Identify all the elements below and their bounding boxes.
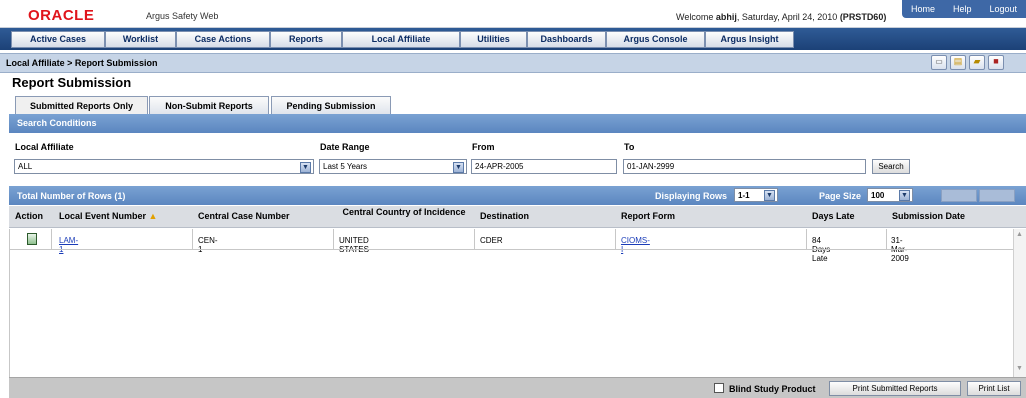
to-date-field[interactable]: 01-JAN-2999 bbox=[623, 159, 866, 174]
welcome-prefix: Welcome bbox=[676, 12, 714, 22]
column-report-form[interactable]: Report Form bbox=[621, 211, 675, 221]
breadcrumb-bar: Local Affiliate > Report Submission ▭ ▤ … bbox=[0, 53, 1026, 73]
new-document-icon[interactable]: ▤ bbox=[950, 55, 966, 70]
column-days-late[interactable]: Days Late bbox=[812, 211, 855, 221]
user-name: abhij bbox=[715, 12, 737, 22]
column-action[interactable]: Action bbox=[15, 211, 43, 221]
vertical-scrollbar[interactable]: ▲ ▼ bbox=[1013, 229, 1026, 377]
column-local-event-number-label: Local Event Number bbox=[59, 211, 147, 221]
page-title: Report Submission bbox=[12, 75, 132, 90]
column-local-event-number[interactable]: Local Event Number ▲ bbox=[59, 211, 157, 221]
chevron-down-icon[interactable]: ▼ bbox=[764, 190, 775, 201]
search-conditions-header: Search Conditions bbox=[9, 114, 1026, 133]
total-rows-label: Total Number of Rows (1) bbox=[17, 191, 126, 201]
country-cell: UNITED STATES bbox=[339, 236, 369, 254]
email-icon[interactable]: ▭ bbox=[931, 55, 947, 70]
column-header-row: Action Local Event Number ▲ Central Case… bbox=[9, 206, 1026, 228]
sort-ascending-icon[interactable]: ▲ bbox=[149, 211, 158, 221]
column-divider bbox=[192, 229, 193, 250]
report-form-link[interactable]: CIOMS-I bbox=[621, 236, 650, 254]
tab-non-submit-reports[interactable]: Non-Submit Reports bbox=[149, 96, 269, 114]
menu-case-actions[interactable]: Case Actions bbox=[176, 30, 270, 48]
column-divider bbox=[51, 229, 52, 250]
displaying-rows-label: Displaying Rows bbox=[655, 191, 728, 201]
destination-cell: CDER bbox=[480, 236, 503, 245]
local-affiliate-value: ALL bbox=[18, 162, 33, 171]
menu-local-affiliate[interactable]: Local Affiliate bbox=[342, 30, 460, 48]
menu-argus-console[interactable]: Argus Console bbox=[606, 30, 705, 48]
footer-bar: Blind Study Product Print Submitted Repo… bbox=[9, 377, 1026, 398]
close-form-icon[interactable]: ■ bbox=[988, 55, 1004, 70]
menu-worklist[interactable]: Worklist bbox=[105, 30, 176, 48]
column-divider bbox=[333, 229, 334, 250]
column-divider bbox=[886, 229, 887, 250]
displaying-rows-value: 1-1 bbox=[738, 191, 750, 200]
chevron-down-icon[interactable]: ▼ bbox=[899, 190, 910, 201]
menu-reports[interactable]: Reports bbox=[270, 30, 342, 48]
logout-link[interactable]: Logout bbox=[989, 4, 1017, 14]
date-range-select[interactable]: Last 5 Years ▼ bbox=[319, 159, 467, 174]
date-text: , Saturday, April 24, 2010 bbox=[736, 12, 838, 22]
scroll-down-icon[interactable]: ▼ bbox=[1016, 365, 1023, 372]
menu-argus-insight[interactable]: Argus Insight bbox=[705, 30, 794, 48]
print-submitted-reports-button[interactable]: Print Submitted Reports bbox=[829, 381, 961, 396]
tab-pending-submission[interactable]: Pending Submission bbox=[271, 96, 391, 114]
blind-study-checkbox[interactable] bbox=[714, 383, 724, 393]
displaying-rows-select[interactable]: 1-1 ▼ bbox=[734, 188, 778, 202]
date-range-value: Last 5 Years bbox=[323, 162, 368, 171]
app-name: Argus Safety Web bbox=[146, 11, 219, 21]
calculator-icon[interactable] bbox=[27, 233, 37, 245]
welcome-text: Welcome abhij, Saturday, April 24, 2010 … bbox=[676, 12, 886, 22]
local-event-number-link[interactable]: LAM-1 bbox=[59, 236, 78, 254]
open-folder-icon[interactable]: ▰ bbox=[969, 55, 985, 70]
local-affiliate-label: Local Affiliate bbox=[15, 142, 74, 152]
main-menu-bar: Active Cases Worklist Case Actions Repor… bbox=[0, 28, 1026, 50]
help-link[interactable]: Help bbox=[953, 4, 972, 14]
menu-dashboards[interactable]: Dashboards bbox=[527, 30, 606, 48]
chevron-down-icon[interactable]: ▼ bbox=[300, 162, 311, 173]
from-label: From bbox=[472, 142, 495, 152]
column-divider bbox=[806, 229, 807, 250]
column-divider bbox=[615, 229, 616, 250]
to-label: To bbox=[624, 142, 635, 152]
menu-utilities[interactable]: Utilities bbox=[460, 30, 527, 48]
page-size-label: Page Size bbox=[819, 191, 862, 201]
menu-active-cases[interactable]: Active Cases bbox=[11, 30, 105, 48]
column-submission-date[interactable]: Submission Date bbox=[892, 211, 965, 221]
home-link[interactable]: Home bbox=[911, 4, 935, 14]
results-header: Total Number of Rows (1) Displaying Rows… bbox=[9, 186, 1026, 205]
next-page-button[interactable] bbox=[979, 189, 1015, 202]
oracle-logo: ORACLE bbox=[28, 7, 95, 24]
page-size-select[interactable]: 100 ▼ bbox=[867, 188, 913, 202]
page-size-value: 100 bbox=[871, 191, 885, 200]
column-central-country[interactable]: Central Country of Incidence bbox=[339, 207, 469, 227]
chevron-down-icon[interactable]: ▼ bbox=[453, 162, 464, 173]
search-button[interactable]: Search bbox=[872, 159, 910, 174]
tab-submitted-reports-only[interactable]: Submitted Reports Only bbox=[15, 96, 148, 115]
date-range-label: Date Range bbox=[320, 142, 370, 152]
results-grid bbox=[9, 229, 1026, 377]
top-links: Home Help Logout bbox=[902, 0, 1026, 18]
column-central-case-number[interactable]: Central Case Number bbox=[198, 211, 290, 221]
blind-study-label: Blind Study Product bbox=[729, 384, 816, 394]
column-divider bbox=[474, 229, 475, 250]
previous-page-button[interactable] bbox=[941, 189, 977, 202]
row-divider bbox=[9, 249, 1013, 250]
column-destination[interactable]: Destination bbox=[480, 211, 529, 221]
server-name: (PRSTD60) bbox=[839, 12, 887, 22]
print-list-button[interactable]: Print List bbox=[967, 381, 1021, 396]
breadcrumb: Local Affiliate > Report Submission bbox=[6, 58, 158, 68]
central-case-number-cell: CEN-1 bbox=[198, 236, 218, 254]
scroll-up-icon[interactable]: ▲ bbox=[1016, 231, 1023, 238]
from-date-field[interactable]: 24-APR-2005 bbox=[471, 159, 617, 174]
local-affiliate-select[interactable]: ALL ▼ bbox=[14, 159, 314, 174]
